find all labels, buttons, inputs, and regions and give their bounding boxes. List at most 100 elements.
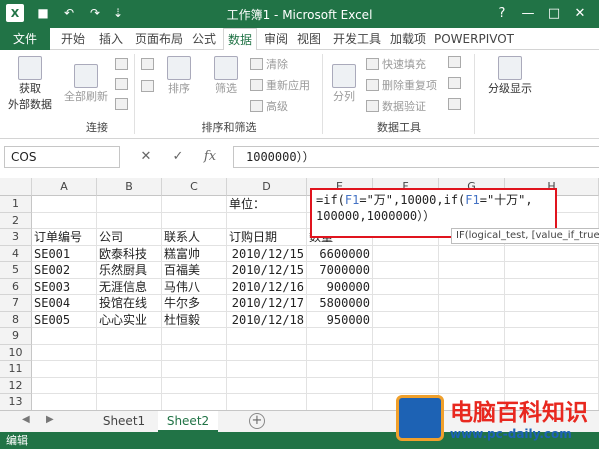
function-tooltip[interactable]: IF(logical_test, [value_if_true [451,228,599,244]
flash-fill-button[interactable]: 快速填充 [366,56,426,72]
cell[interactable] [162,377,227,394]
data-cell[interactable]: 糕富帅 [162,245,227,262]
cell[interactable] [227,377,307,394]
cell[interactable] [97,361,162,378]
cell[interactable] [162,212,227,229]
advanced-button[interactable]: 高级 [250,98,288,114]
data-cell[interactable]: 6600000 [307,245,373,262]
minimize-button[interactable]: — [515,2,541,24]
unit-label-cell[interactable]: 单位： [227,196,307,213]
tab-insert[interactable]: 插入 [94,28,128,50]
row-header[interactable]: 10 [0,344,32,361]
cell[interactable] [162,328,227,345]
data-cell[interactable]: 2010/12/15 [227,262,307,279]
outline-button[interactable]: 分级显示 [482,56,538,96]
cell[interactable] [227,328,307,345]
cell[interactable] [439,361,505,378]
edit-links-icon[interactable] [115,98,131,111]
tab-developer[interactable]: 开发工具 [330,28,384,50]
column-header[interactable]: A [32,178,97,196]
cell[interactable] [97,377,162,394]
data-cell[interactable]: SE002 [32,262,97,279]
add-sheet-button[interactable]: + [249,413,265,429]
relationships-icon[interactable] [448,98,464,111]
cell[interactable] [439,295,505,312]
remove-duplicates-button[interactable]: 删除重复项 [366,77,437,93]
filter-button[interactable]: 筛选 [206,56,246,96]
close-button[interactable]: ✕ [567,2,593,24]
cell[interactable] [97,196,162,213]
restore-button[interactable]: □ [541,2,567,24]
cell[interactable] [439,328,505,345]
cell[interactable] [505,295,599,312]
sheet-tab-sheet1[interactable]: Sheet1 [96,411,152,432]
cell[interactable] [373,328,439,345]
column-title-cell[interactable]: 订购日期 [227,229,307,246]
data-cell[interactable]: SE005 [32,311,97,328]
data-cell[interactable]: 2010/12/18 [227,311,307,328]
cell[interactable] [373,361,439,378]
cell[interactable] [505,262,599,279]
tab-formulas[interactable]: 公式 [189,28,219,50]
cell[interactable] [307,328,373,345]
cell[interactable] [32,212,97,229]
cancel-icon[interactable]: ✕ [136,148,156,166]
cell[interactable] [439,278,505,295]
cell[interactable] [227,394,307,410]
cell[interactable] [227,361,307,378]
cell[interactable] [32,361,97,378]
help-button[interactable]: ? [489,2,515,24]
row-header[interactable]: 8 [0,311,32,328]
row-header[interactable]: 4 [0,245,32,262]
tab-add-ins[interactable]: 加载项 [388,28,428,50]
cell[interactable] [227,212,307,229]
cell[interactable] [439,245,505,262]
cell[interactable] [439,311,505,328]
sort-ascending-icon[interactable] [141,58,157,71]
formula-input[interactable]: 1000000）） [233,146,599,168]
tab-view[interactable]: 视图 [294,28,324,50]
cell[interactable] [373,245,439,262]
data-cell[interactable]: SE003 [32,278,97,295]
prev-sheet-icon[interactable]: ◀ [22,414,30,425]
cell[interactable] [97,212,162,229]
row-header[interactable]: 5 [0,262,32,279]
column-title-cell[interactable]: 订单编号 [32,229,97,246]
cell[interactable] [373,262,439,279]
next-sheet-icon[interactable]: ▶ [46,414,54,425]
row-header[interactable]: 2 [0,212,32,229]
row-header[interactable]: 1 [0,196,32,213]
data-cell[interactable]: 牛尔多 [162,295,227,312]
sheet-tab-sheet2[interactable]: Sheet2 [158,411,218,432]
cell[interactable] [32,377,97,394]
data-cell[interactable]: 百福美 [162,262,227,279]
data-cell[interactable]: 2010/12/16 [227,278,307,295]
tab-file[interactable]: 文件 [0,28,50,50]
data-cell[interactable]: SE004 [32,295,97,312]
tab-page-layout[interactable]: 页面布局 [132,28,186,50]
cell[interactable] [373,295,439,312]
reapply-button[interactable]: 重新应用 [250,77,310,93]
cell[interactable] [32,344,97,361]
cell[interactable] [373,344,439,361]
cell[interactable] [32,328,97,345]
data-cell[interactable]: 马伟八 [162,278,227,295]
row-header[interactable]: 3 [0,229,32,246]
sort-button[interactable]: 排序 [160,56,198,96]
column-header[interactable]: D [227,178,307,196]
text-to-columns-button[interactable]: 分列 [326,64,362,104]
data-cell[interactable]: 5800000 [307,295,373,312]
connections-icon[interactable] [115,58,131,71]
data-cell[interactable]: 无涯信息 [97,278,162,295]
tab-home[interactable]: 开始 [56,28,90,50]
data-cell[interactable]: 950000 [307,311,373,328]
cell[interactable] [32,394,97,410]
cell[interactable] [505,278,599,295]
cell[interactable] [307,344,373,361]
cell[interactable] [505,311,599,328]
properties-icon[interactable] [115,78,131,91]
column-header[interactable]: B [97,178,162,196]
cell[interactable] [32,196,97,213]
cell[interactable] [162,361,227,378]
clear-button[interactable]: 清除 [250,56,288,72]
